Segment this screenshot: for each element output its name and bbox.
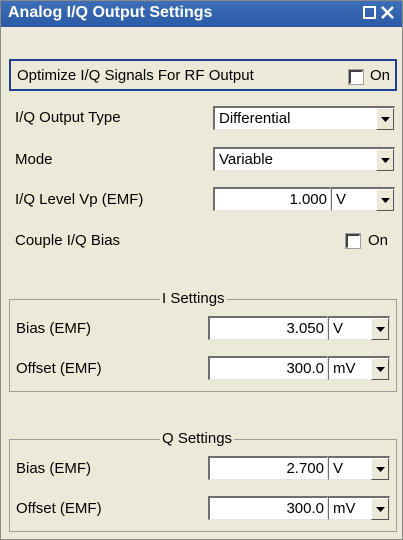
window-title: Analog I/Q Output Settings	[8, 4, 213, 21]
chevron-down-icon[interactable]	[376, 149, 394, 171]
optimize-checkbox[interactable]	[349, 70, 363, 84]
q-bias-unit: V	[333, 460, 344, 477]
close-icon[interactable]	[381, 6, 394, 19]
output-type-label: I/Q Output Type	[15, 109, 121, 126]
optimize-on-label: On	[370, 67, 391, 84]
mode-value: Variable	[219, 151, 273, 168]
title-bar[interactable]: Analog I/Q Output Settings	[1, 1, 402, 27]
i-offset-input[interactable]: 300.0	[208, 356, 328, 380]
chevron-down-icon[interactable]	[376, 189, 394, 211]
output-type-value: Differential	[219, 110, 291, 127]
optimize-label: Optimize I/Q Signals For RF Output	[17, 67, 254, 84]
optimize-row[interactable]: Optimize I/Q Signals For RF Output On	[9, 59, 397, 91]
i-offset-unit-select[interactable]: mV	[328, 356, 390, 380]
chevron-down-icon[interactable]	[371, 358, 389, 380]
q-offset-label: Offset (EMF)	[16, 500, 102, 517]
q-bias-value: 2.700	[286, 460, 324, 477]
i-settings-group: I Settings Bias (EMF) 3.050 V Offset (EM…	[9, 290, 397, 392]
chevron-down-icon[interactable]	[371, 318, 389, 340]
q-offset-input[interactable]: 300.0	[208, 496, 328, 520]
i-bias-input[interactable]: 3.050	[208, 316, 328, 340]
q-bias-unit-select[interactable]: V	[328, 456, 390, 480]
mode-label: Mode	[15, 151, 53, 168]
dialog-window: Analog I/Q Output Settings Optimize I/Q …	[0, 0, 403, 540]
i-settings-title: I Settings	[160, 290, 227, 307]
i-offset-value: 300.0	[286, 360, 324, 377]
q-settings-group: Q Settings Bias (EMF) 2.700 V Offset (EM…	[9, 430, 397, 532]
i-offset-label: Offset (EMF)	[16, 360, 102, 377]
q-offset-unit: mV	[333, 500, 356, 517]
restore-icon[interactable]	[363, 6, 376, 19]
couple-label: Couple I/Q Bias	[15, 232, 121, 249]
q-offset-unit-select[interactable]: mV	[328, 496, 390, 520]
q-bias-input[interactable]: 2.700	[208, 456, 328, 480]
level-unit: V	[336, 191, 347, 208]
chevron-down-icon[interactable]	[371, 458, 389, 480]
i-bias-unit: V	[333, 320, 344, 337]
level-value: 1.000	[289, 191, 327, 208]
i-offset-unit: mV	[333, 360, 356, 377]
level-label: I/Q Level Vp (EMF)	[15, 191, 144, 208]
couple-on-label: On	[368, 232, 389, 249]
q-settings-title: Q Settings	[160, 430, 235, 447]
level-unit-select[interactable]: V	[331, 187, 395, 211]
i-bias-unit-select[interactable]: V	[328, 316, 390, 340]
chevron-down-icon[interactable]	[371, 498, 389, 520]
couple-checkbox[interactable]	[346, 234, 360, 248]
q-bias-label: Bias (EMF)	[16, 460, 91, 477]
mode-select[interactable]: Variable	[213, 147, 395, 171]
level-input[interactable]: 1.000	[213, 187, 331, 211]
i-bias-label: Bias (EMF)	[16, 320, 91, 337]
q-offset-value: 300.0	[286, 500, 324, 517]
chevron-down-icon[interactable]	[376, 108, 394, 130]
output-type-select[interactable]: Differential	[213, 106, 395, 130]
i-bias-value: 3.050	[286, 320, 324, 337]
